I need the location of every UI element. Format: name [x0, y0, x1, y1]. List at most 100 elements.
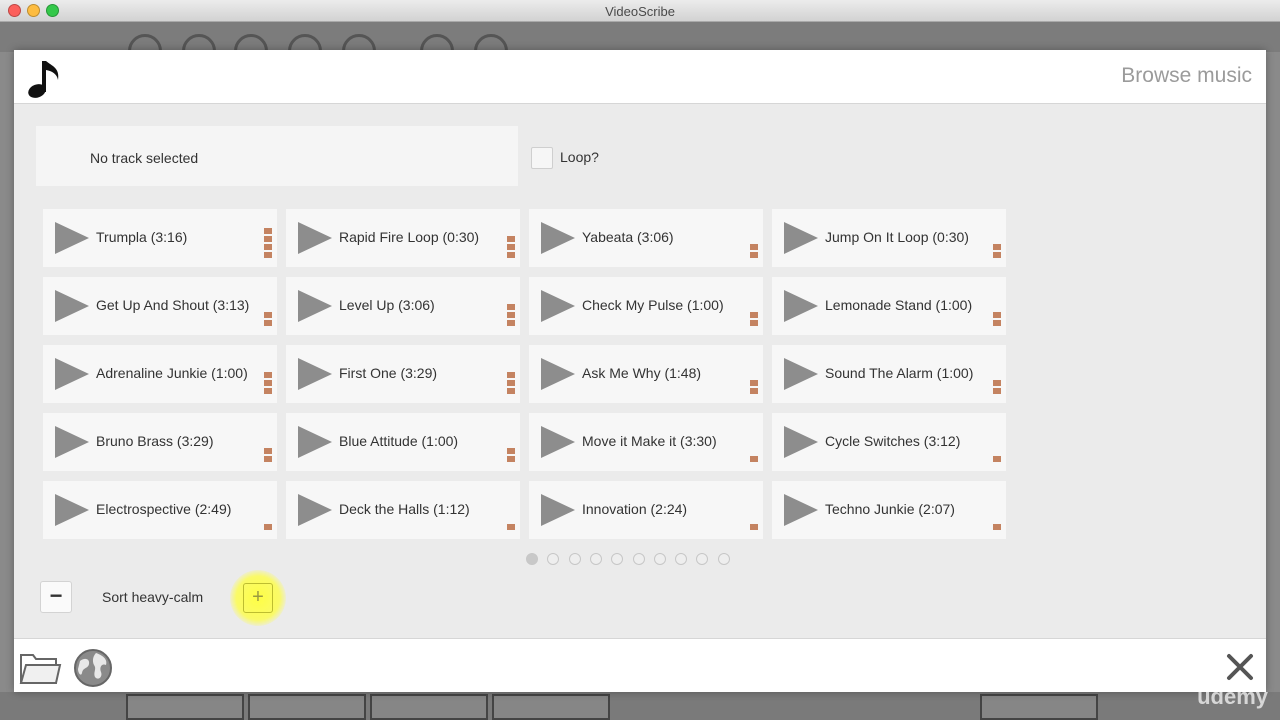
play-button[interactable] — [537, 491, 581, 529]
play-button[interactable] — [780, 219, 824, 257]
track-name: Check My Pulse (1:00) — [582, 297, 724, 313]
track-name: Cycle Switches (3:12) — [825, 433, 961, 449]
background-timeline-thumb — [492, 694, 610, 720]
track-name: Techno Junkie (2:07) — [825, 501, 955, 517]
page-dot[interactable] — [547, 553, 560, 565]
track-tile[interactable]: Jump On It Loop (0:30) — [772, 209, 1006, 267]
track-tile[interactable]: Level Up (3:06) — [286, 277, 520, 335]
page-dot[interactable] — [526, 553, 538, 565]
background-timeline-thumb — [370, 694, 488, 720]
track-name: Get Up And Shout (3:13) — [96, 297, 250, 313]
play-button[interactable] — [537, 355, 581, 393]
play-button[interactable] — [294, 219, 338, 257]
music-note-icon — [28, 61, 59, 98]
music-browser-dialog: Browse music No track selected Loop? Tru… — [14, 50, 1266, 692]
track-tile[interactable]: Rapid Fire Loop (0:30) — [286, 209, 520, 267]
track-status-text: No track selected — [90, 150, 199, 166]
dialog-header: Browse music — [14, 50, 1266, 104]
track-tile[interactable]: Cycle Switches (3:12) — [772, 413, 1006, 471]
track-tile[interactable]: Lemonade Stand (1:00) — [772, 277, 1006, 335]
track-name: Adrenaline Junkie (1:00) — [96, 365, 248, 381]
track-tile[interactable]: Bruno Brass (3:29) — [43, 413, 277, 471]
play-button[interactable] — [294, 355, 338, 393]
play-button[interactable] — [537, 287, 581, 325]
intensity-bars-icon — [750, 312, 758, 328]
intensity-bars-icon — [750, 380, 758, 396]
page-dot[interactable] — [632, 553, 645, 565]
close-icon[interactable] — [1224, 651, 1256, 683]
loop-label: Loop? — [560, 149, 599, 165]
track-name: Deck the Halls (1:12) — [339, 501, 470, 517]
play-button[interactable] — [294, 423, 338, 461]
page-dot[interactable] — [675, 553, 688, 565]
track-tile[interactable]: Innovation (2:24) — [529, 481, 763, 539]
page-dot[interactable] — [653, 553, 666, 565]
track-tile[interactable]: Adrenaline Junkie (1:00) — [43, 345, 277, 403]
intensity-bars-icon — [264, 448, 272, 464]
intensity-bars-icon — [507, 524, 515, 532]
intensity-bars-icon — [993, 456, 1001, 464]
track-name: Lemonade Stand (1:00) — [825, 297, 973, 313]
track-tile[interactable]: Deck the Halls (1:12) — [286, 481, 520, 539]
play-button[interactable] — [537, 219, 581, 257]
background-toolbar — [0, 22, 1280, 68]
intensity-bars-icon — [264, 372, 272, 396]
track-tile[interactable]: First One (3:29) — [286, 345, 520, 403]
dialog-title: Browse music — [1121, 64, 1252, 87]
intensity-bars-icon — [993, 312, 1001, 328]
play-button[interactable] — [294, 491, 338, 529]
play-button[interactable] — [51, 287, 95, 325]
play-button[interactable] — [294, 287, 338, 325]
play-button[interactable] — [51, 355, 95, 393]
loop-checkbox[interactable] — [531, 147, 553, 169]
sort-decrease-button[interactable]: − — [40, 581, 72, 613]
sort-label: Sort heavy-calm — [102, 589, 204, 605]
sort-increase-button[interactable]: + — [243, 583, 273, 613]
page-dot[interactable] — [568, 553, 581, 565]
intensity-bars-icon — [507, 304, 515, 328]
track-name: Sound The Alarm (1:00) — [825, 365, 974, 381]
track-tile[interactable]: Get Up And Shout (3:13) — [43, 277, 277, 335]
track-tile[interactable]: Move it Make it (3:30) — [529, 413, 763, 471]
track-name: Bruno Brass (3:29) — [96, 433, 214, 449]
track-name: Innovation (2:24) — [582, 501, 688, 517]
track-tile[interactable]: Blue Attitude (1:00) — [286, 413, 520, 471]
play-button[interactable] — [780, 355, 824, 393]
window-titlebar: VideoScribe — [0, 0, 1280, 22]
track-tile[interactable]: Yabeata (3:06) — [529, 209, 763, 267]
folder-icon[interactable] — [18, 647, 62, 687]
page-dot[interactable] — [696, 553, 709, 565]
background-timeline-thumb — [248, 694, 366, 720]
intensity-bars-icon — [507, 448, 515, 464]
intensity-bars-icon — [750, 456, 758, 464]
intensity-bars-icon — [993, 380, 1001, 396]
intensity-bars-icon — [993, 524, 1001, 532]
play-button[interactable] — [51, 491, 95, 529]
selected-track-panel: No track selected — [36, 126, 518, 186]
play-button[interactable] — [537, 423, 581, 461]
play-button[interactable] — [51, 219, 95, 257]
track-tile[interactable]: Techno Junkie (2:07) — [772, 481, 1006, 539]
play-button[interactable] — [51, 423, 95, 461]
play-button[interactable] — [780, 423, 824, 461]
page-dot[interactable] — [589, 553, 602, 565]
dialog-footer — [14, 638, 1266, 692]
track-tile[interactable]: Check My Pulse (1:00) — [529, 277, 763, 335]
track-name: Jump On It Loop (0:30) — [825, 229, 969, 245]
page-dot[interactable] — [611, 553, 624, 565]
track-name: Level Up (3:06) — [339, 297, 435, 313]
intensity-bars-icon — [507, 236, 515, 260]
page-dot[interactable] — [717, 553, 730, 565]
play-button[interactable] — [780, 287, 824, 325]
intensity-bars-icon — [264, 312, 272, 328]
track-name: First One (3:29) — [339, 365, 438, 381]
track-tile[interactable]: Sound The Alarm (1:00) — [772, 345, 1006, 403]
track-tile[interactable]: Ask Me Why (1:48) — [529, 345, 763, 403]
intensity-bars-icon — [264, 228, 272, 260]
play-button[interactable] — [780, 491, 824, 529]
globe-icon[interactable] — [72, 647, 114, 689]
track-tile[interactable]: Electrospective (2:49) — [43, 481, 277, 539]
track-name: Electrospective (2:49) — [96, 501, 232, 517]
track-tile[interactable]: Trumpla (3:16) — [43, 209, 277, 267]
intensity-bars-icon — [507, 372, 515, 396]
